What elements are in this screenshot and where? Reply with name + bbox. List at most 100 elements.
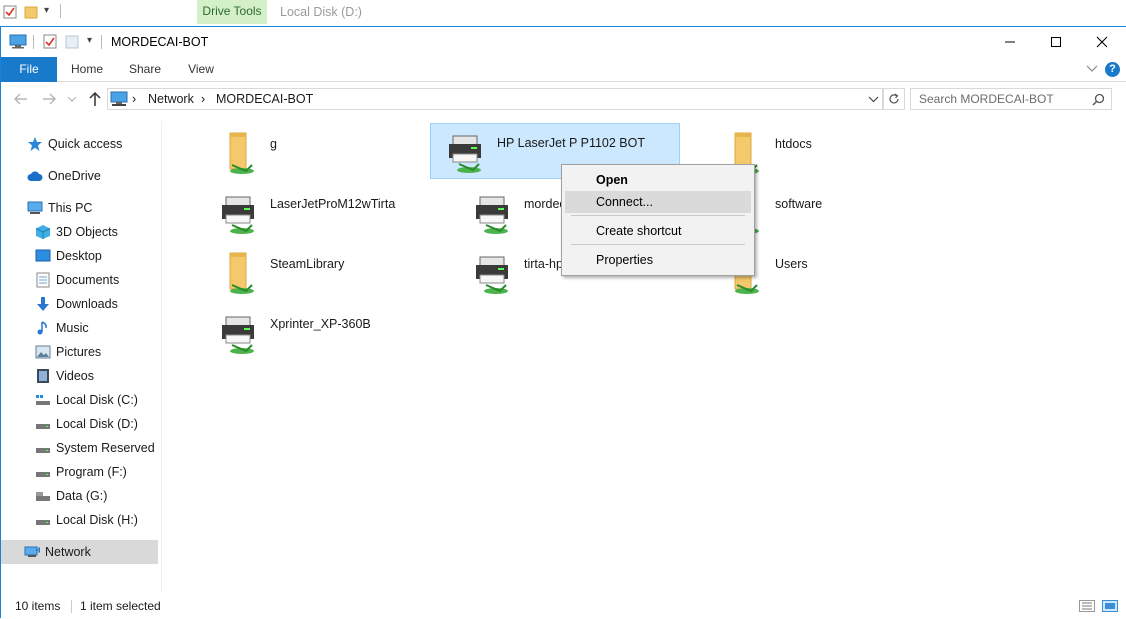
recent-locations-icon[interactable] bbox=[67, 95, 77, 103]
close-icon bbox=[1096, 36, 1108, 48]
selection-count: 1 item selected bbox=[80, 599, 161, 613]
network-printer-icon bbox=[222, 316, 254, 354]
nav-local-disk-c[interactable]: Local Disk (C:) bbox=[1, 388, 158, 412]
divider bbox=[33, 35, 34, 49]
network-printer-icon bbox=[476, 256, 508, 294]
window-title: MORDECAI-BOT bbox=[111, 35, 209, 49]
nav-quick-access[interactable]: Quick access bbox=[1, 132, 158, 156]
forward-arrow-icon[interactable] bbox=[41, 92, 57, 106]
nav-data-g[interactable]: Data (G:) bbox=[1, 484, 158, 508]
nav-label: Pictures bbox=[56, 345, 102, 359]
expand-ribbon-icon[interactable] bbox=[1086, 64, 1098, 74]
divider bbox=[60, 4, 61, 18]
nav-3d-objects[interactable]: 3D Objects bbox=[1, 220, 158, 244]
qat-dropdown-icon[interactable]: ▾ bbox=[87, 35, 92, 46]
nav-label: System Reserved (E: bbox=[56, 441, 158, 455]
menu-item-properties[interactable]: Properties bbox=[565, 249, 751, 271]
breadcrumb-mordecai-bot[interactable]: MORDECAI-BOT bbox=[216, 89, 313, 109]
menu-item-open[interactable]: Open bbox=[565, 169, 751, 191]
nav-videos[interactable]: Videos bbox=[1, 364, 158, 388]
divider bbox=[71, 600, 72, 613]
nav-music[interactable]: Music bbox=[1, 316, 158, 340]
download-icon bbox=[35, 296, 51, 312]
nav-label: Data (G:) bbox=[56, 489, 108, 503]
shared-folder-icon bbox=[229, 252, 254, 294]
background-window-bar: ▾ bbox=[0, 0, 1126, 26]
close-button[interactable] bbox=[1079, 27, 1125, 57]
maximize-button[interactable] bbox=[1033, 27, 1079, 57]
tab-share[interactable]: Share bbox=[123, 57, 167, 82]
pane-divider bbox=[161, 121, 162, 593]
nav-program-f[interactable]: Program (F:) bbox=[1, 460, 158, 484]
nav-local-disk-d[interactable]: Local Disk (D:) bbox=[1, 412, 158, 436]
network-computer-icon bbox=[110, 91, 128, 106]
item-label: htdocs bbox=[775, 137, 812, 151]
nav-downloads[interactable]: Downloads bbox=[1, 292, 158, 316]
nav-label: OneDrive bbox=[48, 169, 101, 183]
nav-label: Downloads bbox=[56, 297, 118, 311]
search-icon[interactable] bbox=[1092, 93, 1105, 106]
nav-label: This PC bbox=[48, 201, 93, 215]
back-arrow-icon[interactable] bbox=[13, 92, 29, 106]
nav-label: Music bbox=[56, 321, 89, 335]
context-menu: Open Connect... Create shortcut Properti… bbox=[561, 164, 755, 276]
search-input[interactable]: Search MORDECAI-BOT bbox=[910, 88, 1112, 110]
explorer-window: ▾ MORDECAI-BOT File Home Share View ? › … bbox=[0, 26, 1126, 618]
printer-item-xprinter-xp-360b[interactable]: Xprinter_XP-360B bbox=[204, 305, 454, 361]
up-arrow-icon[interactable] bbox=[87, 91, 103, 107]
music-icon bbox=[35, 320, 51, 336]
computer-icon bbox=[9, 34, 27, 49]
minimize-button[interactable] bbox=[987, 27, 1033, 57]
printer-item-laserjetprom12wtirta[interactable]: LaserJetProM12wTirta bbox=[204, 185, 454, 241]
address-row: › Network › MORDECAI-BOT Search MORDECAI… bbox=[1, 83, 1126, 115]
large-icons-view-icon[interactable] bbox=[1102, 600, 1118, 612]
breadcrumb-separator[interactable]: › bbox=[201, 89, 205, 109]
help-button[interactable]: ? bbox=[1105, 62, 1120, 77]
nav-pictures[interactable]: Pictures bbox=[1, 340, 158, 364]
title-bar[interactable]: ▾ MORDECAI-BOT bbox=[1, 27, 1126, 57]
properties-icon[interactable] bbox=[43, 34, 57, 49]
minimize-icon bbox=[1005, 41, 1015, 43]
pictures-icon bbox=[35, 344, 51, 360]
menu-separator bbox=[571, 244, 745, 245]
item-label: SteamLibrary bbox=[270, 257, 345, 271]
address-dropdown-icon[interactable] bbox=[868, 95, 879, 104]
network-printer-icon bbox=[476, 196, 508, 234]
nav-local-disk-h[interactable]: Local Disk (H:) bbox=[1, 508, 158, 532]
nav-label: Videos bbox=[56, 369, 94, 383]
item-label: g bbox=[270, 137, 277, 151]
nav-label: Local Disk (D:) bbox=[56, 417, 138, 431]
network-printer-icon bbox=[449, 135, 481, 173]
nav-network[interactable]: Network bbox=[1, 540, 158, 564]
folder-item-steamlibrary[interactable]: SteamLibrary bbox=[204, 245, 454, 301]
properties-icon[interactable] bbox=[3, 5, 17, 19]
drive-tools-tab[interactable]: Drive Tools bbox=[197, 0, 267, 24]
new-folder-icon[interactable] bbox=[24, 4, 38, 20]
computer-icon bbox=[27, 200, 43, 216]
breadcrumb-network[interactable]: Network bbox=[148, 89, 194, 109]
nav-onedrive[interactable]: OneDrive bbox=[1, 164, 158, 188]
videos-icon bbox=[35, 368, 51, 384]
tab-home[interactable]: Home bbox=[65, 57, 109, 82]
nav-documents[interactable]: Documents bbox=[1, 268, 158, 292]
drive-icon bbox=[35, 416, 51, 432]
refresh-button[interactable] bbox=[883, 88, 905, 110]
tab-view[interactable]: View bbox=[179, 57, 223, 82]
tab-file[interactable]: File bbox=[1, 57, 57, 82]
qat-dropdown-icon[interactable]: ▾ bbox=[44, 5, 49, 16]
nav-system-reserved-e[interactable]: System Reserved (E: bbox=[1, 436, 158, 460]
address-bar[interactable]: › Network › MORDECAI-BOT bbox=[107, 88, 883, 110]
new-folder-icon[interactable] bbox=[65, 34, 79, 49]
drive-icon bbox=[35, 488, 51, 504]
refresh-icon bbox=[889, 93, 899, 104]
item-count: 10 items bbox=[15, 599, 61, 613]
navigation-pane: Quick access OneDrive This PC 3D Objects… bbox=[1, 121, 161, 593]
details-view-icon[interactable] bbox=[1079, 600, 1095, 612]
folder-item-g[interactable]: g bbox=[204, 125, 454, 181]
nav-desktop[interactable]: Desktop bbox=[1, 244, 158, 268]
background-window-title: Local Disk (D:) bbox=[280, 5, 362, 19]
breadcrumb-separator[interactable]: › bbox=[132, 89, 136, 109]
menu-item-create-shortcut[interactable]: Create shortcut bbox=[565, 220, 751, 242]
nav-this-pc[interactable]: This PC bbox=[1, 196, 158, 220]
menu-item-connect[interactable]: Connect... bbox=[565, 191, 751, 213]
